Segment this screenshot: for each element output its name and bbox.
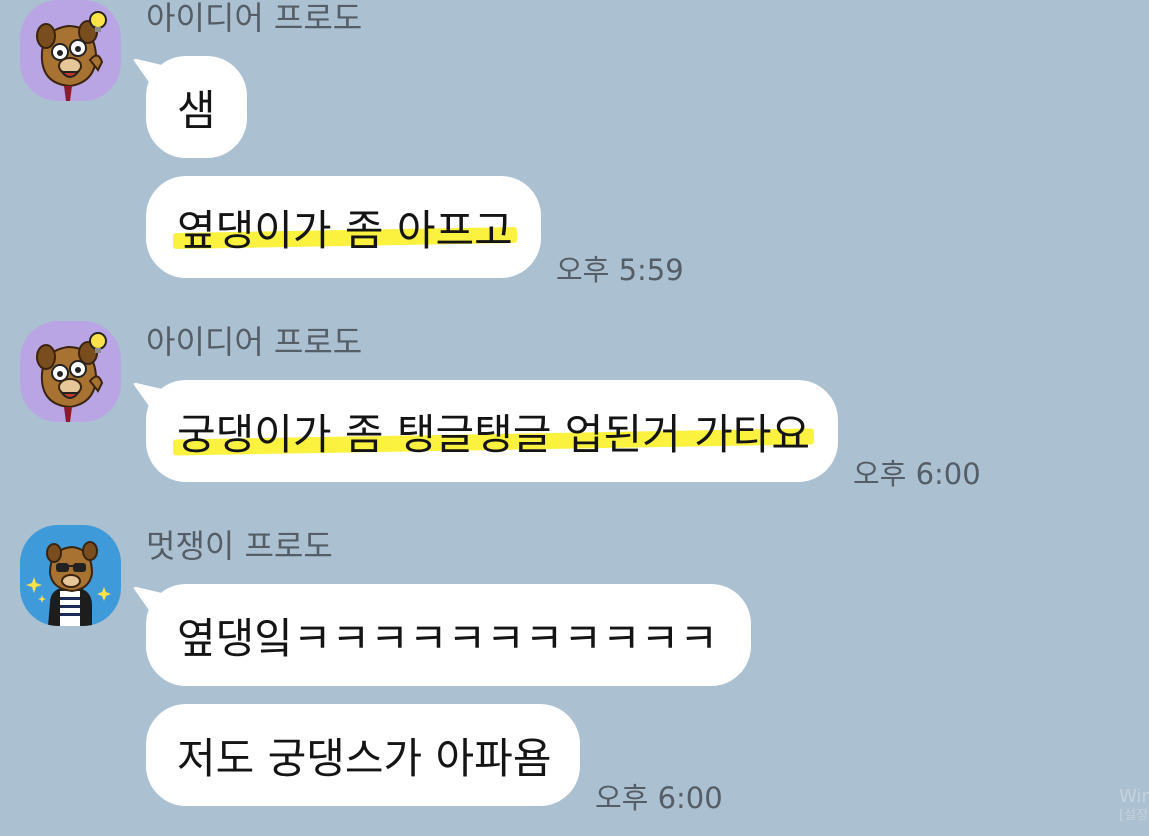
message-bubble[interactable]: 궁댕이가 좀 탱글탱글 업된거 가타요 [146, 380, 838, 482]
frodo-sunglasses-avatar[interactable] [20, 525, 121, 626]
message-text: 샘 [177, 85, 216, 135]
frodo-lightbulb-avatar[interactable] [20, 321, 121, 422]
message-text: 옆댕이가 좀 아프고 [177, 197, 513, 258]
message-text: 저도 궁댕스가 아파욤 [177, 733, 552, 783]
message-text: 옆댕잌ㅋㅋㅋㅋㅋㅋㅋㅋㅋㅋㅋ [177, 613, 718, 663]
message-timestamp: 오후 6:00 [853, 457, 981, 491]
frodo-lightbulb-avatar[interactable] [20, 0, 121, 101]
message-bubble[interactable]: 저도 궁댕스가 아파욤 [146, 704, 580, 806]
watermark-line-2: [설정 [1119, 807, 1148, 823]
message-bubble[interactable]: 옆댕이가 좀 아프고 [146, 176, 541, 278]
message-timestamp: 오후 6:00 [595, 781, 723, 815]
message-timestamp: 오후 5:59 [556, 253, 684, 287]
watermark-line-1: Win [1119, 786, 1149, 807]
message-bubble[interactable]: 샘 [146, 56, 247, 158]
sender-name: 멋쟁이 프로도 [146, 527, 333, 565]
sender-name: 아이디어 프로도 [146, 0, 363, 37]
sender-name: 아이디어 프로도 [146, 323, 363, 361]
chat-room[interactable]: 아이디어 프로도 샘 옆댕이가 좀 아프고 오후 5:59 아이디어 프로도 궁… [0, 0, 1149, 836]
message-text: 궁댕이가 좀 탱글탱글 업된거 가타요 [177, 401, 810, 462]
message-bubble[interactable]: 옆댕잌ㅋㅋㅋㅋㅋㅋㅋㅋㅋㅋㅋ [146, 584, 751, 686]
windows-activation-watermark: Win [설정 [1119, 786, 1149, 823]
